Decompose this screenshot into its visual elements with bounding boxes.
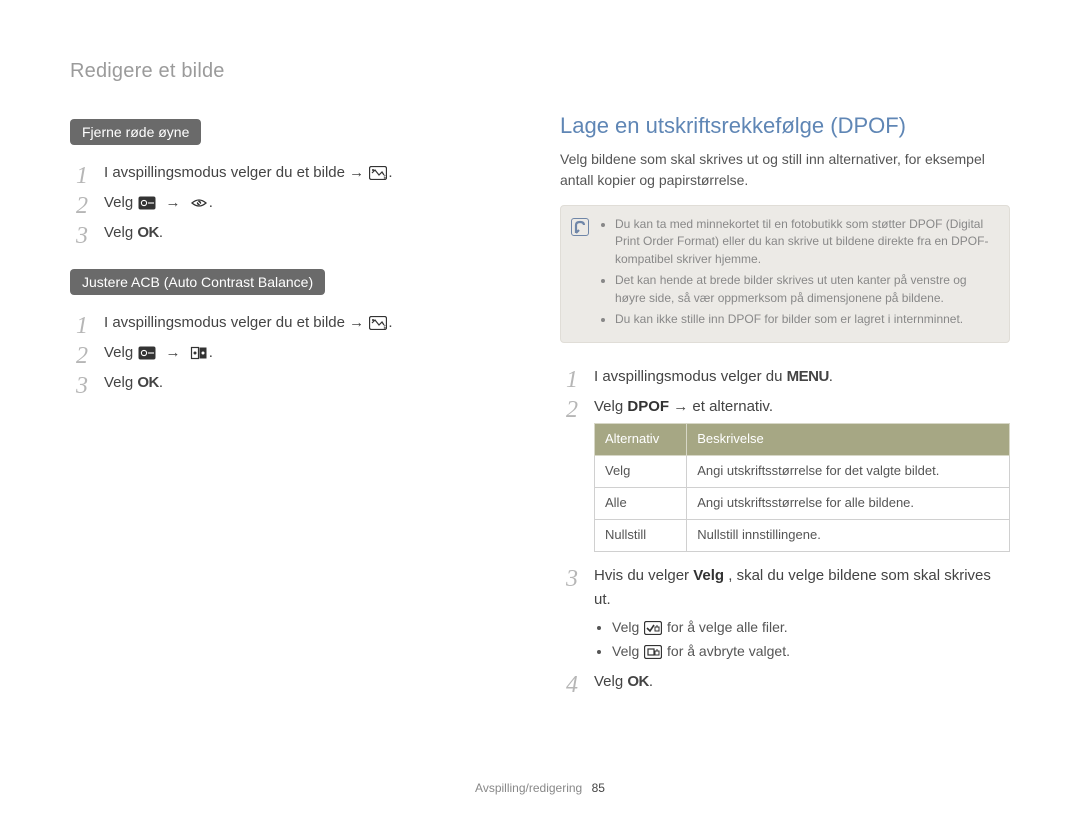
note-item: Du kan ta med minnekortet til en fotobut… <box>615 216 995 268</box>
table-row: Nullstill Nullstill innstillingene. <box>595 519 1010 551</box>
table-cell: Alle <box>595 487 687 519</box>
table-cell: Nullstill <box>595 519 687 551</box>
ok-label: OK <box>137 374 159 391</box>
svg-text:E: E <box>384 175 388 180</box>
step-item: Velg DPOF → et alternativ. Alternativ Be… <box>560 395 1010 551</box>
beauty-icon <box>138 345 156 361</box>
velg-bold: Velg <box>693 567 724 584</box>
page-number: 85 <box>592 781 605 795</box>
dpof-title: Lage en utskriftsrekkefølge (DPOF) <box>560 113 1010 139</box>
acb-icon <box>190 345 208 361</box>
bullet-text: for å velge alle filer. <box>667 619 788 635</box>
table-cell: Angi utskriftsstørrelse for alle bildene… <box>687 487 1010 519</box>
table-cell: Nullstill innstillingene. <box>687 519 1010 551</box>
step-item: Hvis du velger Velg , skal du velge bild… <box>560 564 1010 663</box>
redeye-steps: I avspillingsmodus velger du et bilde → … <box>70 161 520 245</box>
note-box: Du kan ta med minnekortet til en fotobut… <box>560 205 1010 343</box>
select-all-icon <box>644 620 662 636</box>
step-text: Velg <box>594 673 627 690</box>
page-footer: Avspilling/redigering 85 <box>0 781 1080 795</box>
manual-page: Redigere et bilde Fjerne røde øyne I avs… <box>0 0 1080 815</box>
photo-edit-icon: E <box>369 315 387 331</box>
cancel-select-icon <box>644 644 662 660</box>
bullet-item: Velg for å velge alle filer. <box>612 616 1010 638</box>
step-item: Velg OK. <box>70 371 520 395</box>
footer-section: Avspilling/redigering <box>475 781 582 795</box>
step-text: I avspillingsmodus velger du et bilde → <box>104 164 364 181</box>
table-header: Beskrivelse <box>687 424 1010 456</box>
arrow-icon: → <box>162 194 185 211</box>
section-label-redeye: Fjerne røde øyne <box>70 119 201 145</box>
arrow-icon: → <box>162 344 185 361</box>
note-icon <box>571 218 589 236</box>
step-item: I avspillingsmodus velger du et bilde → … <box>70 311 520 335</box>
note-item: Du kan ikke stille inn DPOF for bilder s… <box>615 311 995 328</box>
breadcrumb: Redigere et bilde <box>70 60 1010 83</box>
table-cell: Velg <box>595 456 687 488</box>
photo-edit-icon: E <box>369 165 387 181</box>
step-text: I avspillingsmodus velger du <box>594 368 787 385</box>
step-text: Velg <box>104 374 137 391</box>
table-header: Alternativ <box>595 424 687 456</box>
left-column: Fjerne røde øyne I avspillingsmodus velg… <box>70 113 520 712</box>
ok-label: OK <box>627 673 649 690</box>
step-item: Velg OK. <box>560 670 1010 694</box>
right-column: Lage en utskriftsrekkefølge (DPOF) Velg … <box>560 113 1010 712</box>
beauty-icon <box>138 195 156 211</box>
svg-text:E: E <box>384 325 388 330</box>
menu-label: MENU <box>787 368 829 385</box>
step-item: Velg OK. <box>70 221 520 245</box>
step-text: I avspillingsmodus velger du et bilde → <box>104 314 364 331</box>
note-list: Du kan ta med minnekortet til en fotobut… <box>601 216 995 328</box>
step-text: → et alternativ. <box>673 398 773 415</box>
ok-label: OK <box>137 224 159 241</box>
table-cell: Angi utskriftsstørrelse for det valgte b… <box>687 456 1010 488</box>
note-item: Det kan hende at brede bilder skrives ut… <box>615 272 995 307</box>
dpof-intro: Velg bildene som skal skrives ut og stil… <box>560 149 1010 191</box>
dpof-steps: I avspillingsmodus velger du MENU. Velg … <box>560 365 1010 694</box>
bullet-text: for å avbryte valget. <box>667 643 790 659</box>
step-text: Velg <box>594 398 627 415</box>
step-item: I avspillingsmodus velger du MENU. <box>560 365 1010 389</box>
step-item: I avspillingsmodus velger du et bilde → … <box>70 161 520 185</box>
section-label-acb: Justere ACB (Auto Contrast Balance) <box>70 269 325 295</box>
step-text: Hvis du velger <box>594 567 693 584</box>
table-row: Velg Angi utskriftsstørrelse for det val… <box>595 456 1010 488</box>
step-text: Velg <box>104 344 137 361</box>
redeye-icon <box>190 195 208 211</box>
options-table: Alternativ Beskrivelse Velg Angi utskrif… <box>594 423 1010 551</box>
bullet-item: Velg for å avbryte valget. <box>612 640 1010 662</box>
bullet-text: Velg <box>612 643 643 659</box>
bullet-text: Velg <box>612 619 643 635</box>
step-item: Velg → . <box>70 191 520 215</box>
step-text: Velg <box>104 224 137 241</box>
two-column-layout: Fjerne røde øyne I avspillingsmodus velg… <box>70 113 1010 712</box>
dpof-bold: DPOF <box>627 398 669 415</box>
step-item: Velg → . <box>70 341 520 365</box>
acb-steps: I avspillingsmodus velger du et bilde → … <box>70 311 520 395</box>
step-text: Velg <box>104 194 137 211</box>
table-row: Alle Angi utskriftsstørrelse for alle bi… <box>595 487 1010 519</box>
sub-bullets: Velg for å velge alle filer. Velg <box>612 616 1010 663</box>
